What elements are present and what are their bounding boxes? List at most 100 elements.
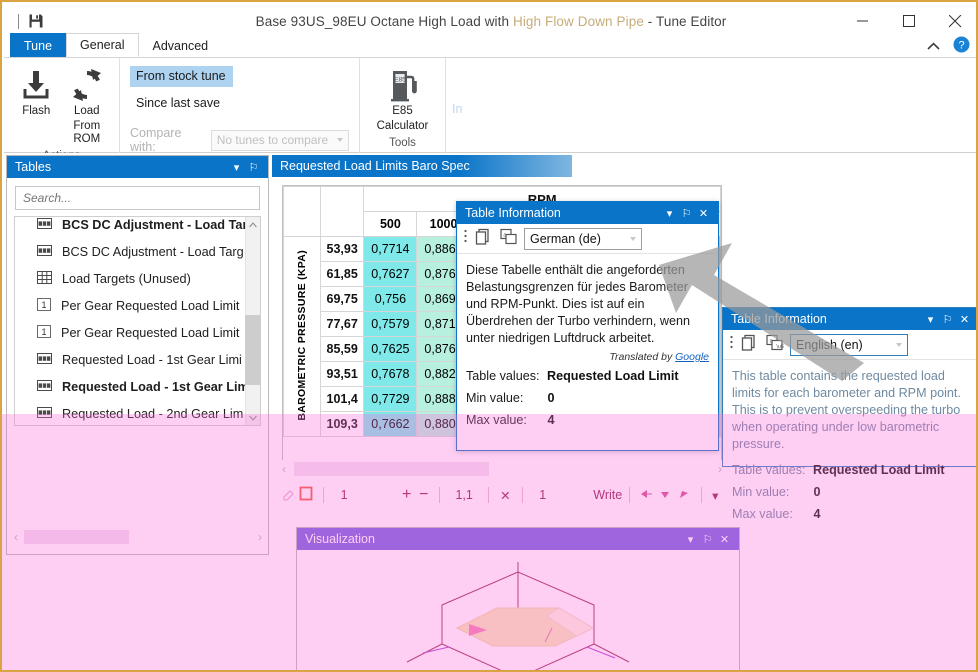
grid-row-header[interactable]: 77,67 [319, 311, 365, 337]
grid-row-header[interactable]: 85,59 [319, 336, 365, 362]
grid-col-header[interactable]: 500 [363, 211, 418, 237]
language-select-german[interactable]: German (de) [524, 227, 642, 250]
grid-row-header[interactable]: 69,75 [319, 286, 365, 312]
increment-button[interactable]: + [398, 486, 415, 504]
list-item[interactable]: Requested Load - 2nd Gear Lim [15, 400, 260, 425]
grid-cell[interactable]: 0,7627 [363, 261, 418, 287]
grid-cell[interactable]: 0,7729 [363, 386, 418, 412]
chevron-down-icon [896, 342, 902, 347]
grid-cell[interactable]: 0,7678 [363, 361, 418, 387]
grid-cell[interactable]: 0,7625 [363, 336, 418, 362]
maximize-button[interactable] [886, 4, 932, 38]
list-item[interactable]: BCS DC Adjustment - Load Targ [15, 238, 260, 265]
language-select-english[interactable]: English (en) [790, 333, 908, 356]
option-since-last-save[interactable]: Since last save [130, 93, 226, 114]
grid-hscroll-track[interactable] [286, 462, 718, 476]
chevron-down-icon[interactable]: ▾ [228, 158, 245, 176]
interpolate-vertical-icon[interactable] [656, 488, 675, 503]
flash-button[interactable]: Flash [14, 63, 59, 118]
table-info-de-titlebar[interactable]: Table Information ▾ ⚐ ✕ [457, 202, 718, 224]
load-from-rom-label-1: Load [73, 105, 100, 117]
tab-tune[interactable]: Tune [10, 33, 67, 57]
close-icon[interactable]: ✕ [956, 310, 973, 328]
chevron-down-icon[interactable]: ▾ [661, 204, 678, 222]
table-info-en-values-row: Table values: Requested Load Limit [723, 459, 976, 481]
interpolate-horizontal-icon[interactable] [637, 488, 656, 503]
close-button[interactable] [932, 4, 976, 38]
visualization-3d-canvas[interactable] [297, 550, 739, 670]
tab-advanced[interactable]: Advanced [139, 33, 223, 57]
toolbar-overflow-icon[interactable]: ▾ [708, 488, 722, 503]
copy-icon[interactable] [740, 333, 759, 357]
hscroll-right-icon[interactable]: › [258, 530, 262, 544]
tables-tree-scrollbar[interactable] [245, 217, 260, 425]
more-options-icon[interactable] [729, 334, 734, 355]
grid-hscrollbar[interactable]: ‹ › [282, 460, 722, 478]
option-from-stock-tune[interactable]: From stock tune [130, 66, 233, 87]
list-item[interactable]: Requested Load - 1st Gear Limi [15, 346, 260, 373]
table-1d-icon [37, 217, 52, 232]
decimals-value[interactable]: 1 [331, 488, 357, 502]
interpolate-diagonal-icon[interactable] [675, 488, 694, 503]
list-item[interactable]: 1 Per Gear Requested Load Limit [15, 292, 260, 319]
search-input[interactable] [15, 186, 260, 210]
info-button-label[interactable]: In [446, 58, 506, 116]
google-translate-link[interactable]: Google [675, 351, 709, 363]
hscrollbar-thumb[interactable] [24, 530, 129, 544]
more-options-icon[interactable] [463, 228, 468, 249]
e85-calculator-button[interactable]: E85 E85 Calculator [370, 63, 435, 133]
list-item[interactable]: Requested Load - 1st Gear Lim [15, 373, 260, 400]
grid-hscrollbar-thumb[interactable] [294, 462, 489, 476]
grid-row-header[interactable]: 109,3 [319, 411, 365, 437]
scrollbar-thumb[interactable] [245, 315, 260, 385]
scroll-down-icon[interactable] [245, 410, 260, 425]
save-icon[interactable] [28, 13, 44, 29]
list-item[interactable]: 1 Per Gear Requested Load Limit [15, 319, 260, 346]
table-info-de-min-row: Min value: 0 [457, 387, 718, 409]
translate-icon[interactable]: a [499, 227, 518, 251]
factor-value[interactable]: 1 [530, 488, 556, 502]
table-editor-titlebar: Requested Load Limits Baro Spec [272, 155, 572, 177]
svg-text:a: a [770, 338, 773, 344]
pin-icon[interactable]: ⚐ [678, 204, 695, 222]
grid-cell[interactable]: 0,7579 [363, 311, 418, 337]
tab-general[interactable]: General [66, 33, 139, 57]
step-value[interactable]: 1,1 [447, 488, 481, 502]
load-from-rom-button[interactable]: Load From ROM [65, 63, 110, 146]
collapse-ribbon-icon[interactable] [927, 38, 940, 56]
close-icon[interactable]: ✕ [695, 204, 712, 222]
list-item[interactable]: BCS DC Adjustment - Load Targ [15, 217, 260, 238]
load-from-rom-label-2: From ROM [73, 120, 101, 145]
grid-row-header[interactable]: 53,93 [319, 236, 365, 262]
minimize-button[interactable] [840, 4, 886, 38]
grid-row-header[interactable]: 93,51 [319, 361, 365, 387]
help-icon[interactable]: ? [953, 36, 970, 58]
grid-cell[interactable]: 0,756 [363, 286, 418, 312]
write-button[interactable]: Write [593, 488, 622, 502]
pin-icon[interactable]: ⚐ [245, 158, 262, 176]
hscroll-left-icon[interactable]: ‹ [14, 530, 18, 544]
decrement-button[interactable]: − [415, 486, 432, 504]
chevron-down-icon[interactable]: ▾ [682, 530, 699, 548]
translate-icon[interactable]: a\u6587 [765, 333, 793, 357]
tables-hscrollbar[interactable]: ‹ › [14, 529, 262, 545]
pin-icon[interactable]: ⚐ [939, 310, 956, 328]
copy-icon[interactable] [474, 227, 493, 251]
grid-row-header[interactable]: 101,4 [319, 386, 365, 412]
list-item[interactable]: Load Targets (Unused) [15, 265, 260, 292]
tables-tree[interactable]: BCS DC Adjustment - Load Targ BCS DC Adju… [14, 216, 261, 426]
edit-pencil-icon[interactable] [282, 487, 297, 504]
scroll-up-icon[interactable] [245, 217, 260, 232]
grid-cell[interactable]: 0,7662 [363, 411, 418, 437]
pin-icon[interactable]: ⚐ [699, 530, 716, 548]
e85-calculator-label-2: Calculator [376, 120, 429, 132]
grid-row-header[interactable]: 61,85 [319, 261, 365, 287]
compare-with-select[interactable]: No tunes to compare [210, 129, 349, 151]
table-1d-icon [37, 379, 52, 394]
copy-paste-icon[interactable] [297, 486, 316, 504]
multiply-icon[interactable]: ✕ [496, 488, 515, 503]
grid-cell[interactable]: 0,7714 [363, 236, 418, 262]
table-values-label-en: Table values: [732, 463, 806, 477]
chevron-down-icon[interactable]: ▾ [922, 310, 939, 328]
close-icon[interactable]: ✕ [716, 530, 733, 548]
